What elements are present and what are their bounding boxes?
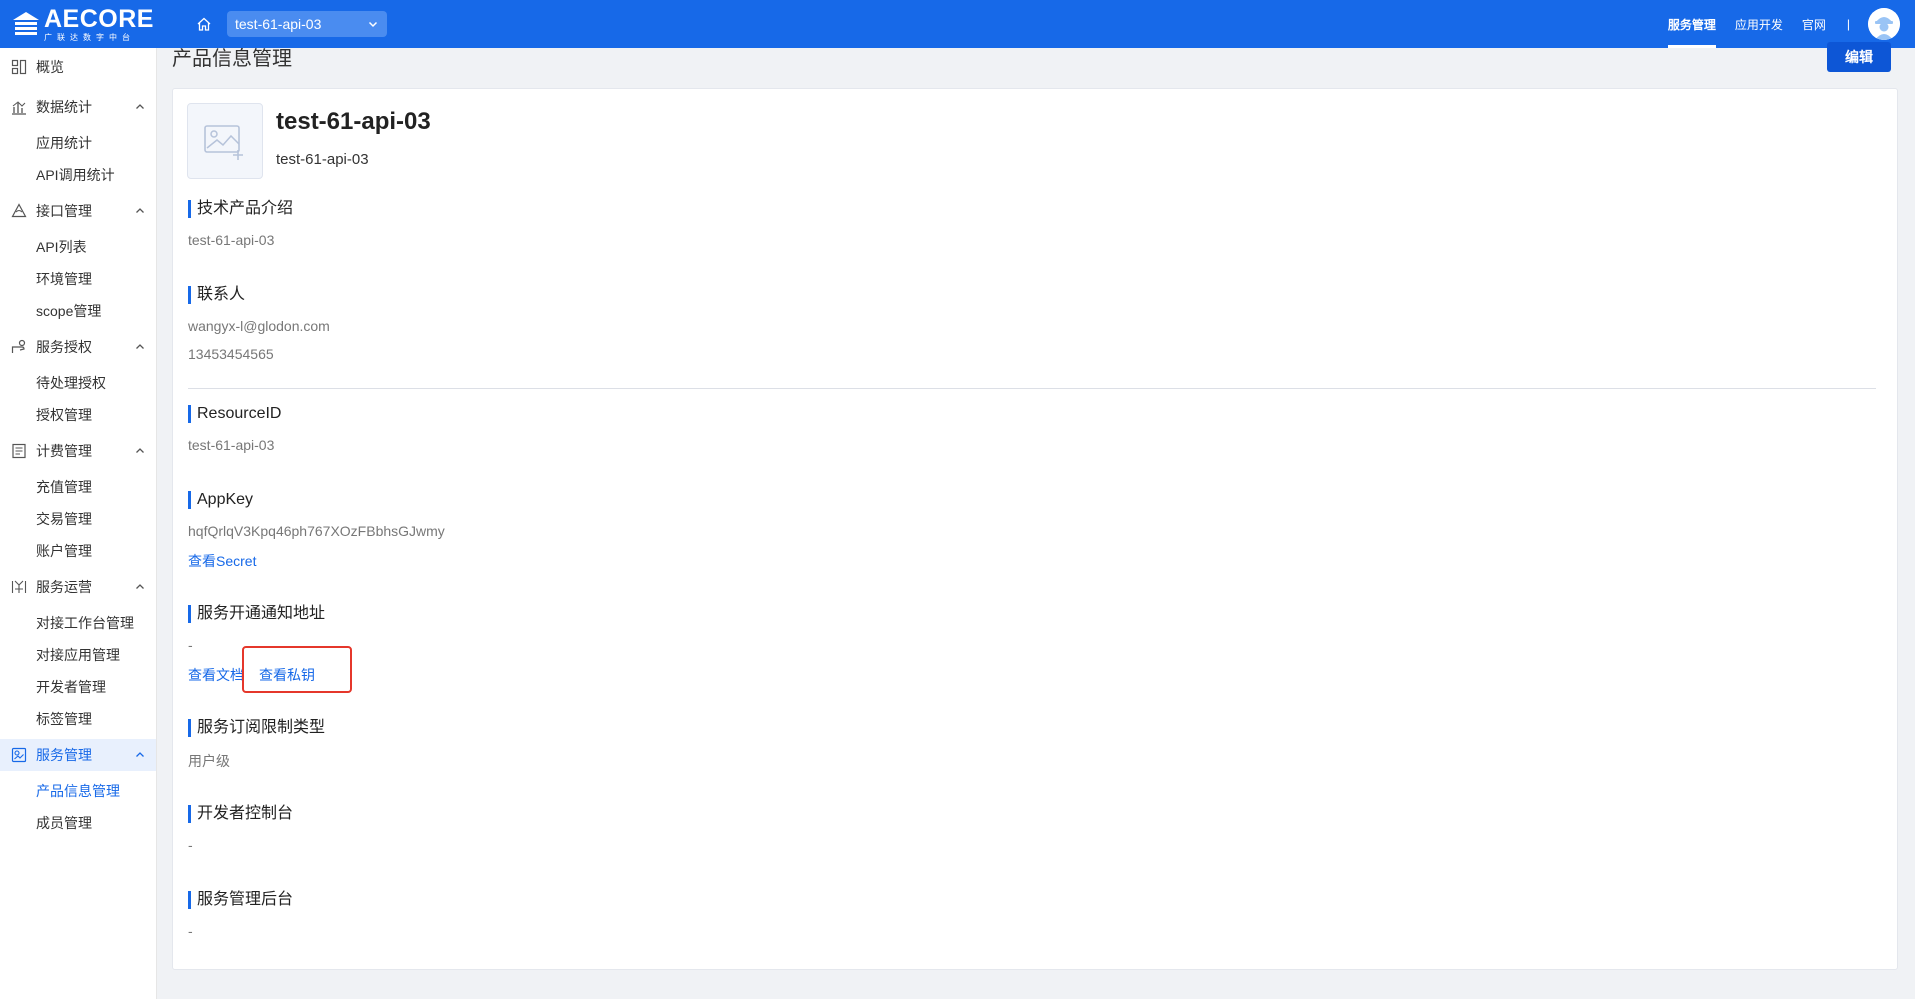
section-value-developer-console: - <box>188 837 193 853</box>
sidebar-group-data-stats[interactable]: 数据统计 <box>0 91 156 123</box>
sidebar-item-workbench-management[interactable]: 对接工作台管理 <box>36 611 134 635</box>
chart-bar-icon <box>10 98 28 116</box>
nav-official-site[interactable]: 官网 <box>1802 0 1826 48</box>
logo-icon <box>12 10 40 38</box>
section-title-developer-console: 开发者控制台 <box>188 804 293 824</box>
sidebar-group-label: 接口管理 <box>36 203 92 219</box>
sidebar-item-scope-management[interactable]: scope管理 <box>36 299 101 323</box>
section-value-appkey: hqfQrlqV3Kpq46ph767XOzFBbhsGJwmy <box>188 523 445 539</box>
view-secret-link[interactable]: 查看Secret <box>188 551 256 571</box>
product-name: test-61-api-03 <box>276 108 431 135</box>
contact-email: wangyx-l@glodon.com <box>188 318 330 334</box>
avatar[interactable] <box>1868 8 1900 40</box>
product-subtitle: test-61-api-03 <box>276 151 369 168</box>
nav-separator: | <box>1846 17 1850 31</box>
section-value-notify-url: - <box>188 637 193 653</box>
chevron-up-icon <box>136 448 144 453</box>
section-value-resource-id: test-61-api-03 <box>188 437 275 453</box>
contact-phone: 13453454565 <box>188 346 274 362</box>
sidebar-item-transaction-management[interactable]: 交易管理 <box>36 507 92 531</box>
sidebar-item-recharge-management[interactable]: 充值管理 <box>36 475 92 499</box>
sidebar-group-label: 数据统计 <box>36 99 92 115</box>
section-title-contact: 联系人 <box>188 285 245 305</box>
sidebar-item-tag-management[interactable]: 标签管理 <box>36 707 92 731</box>
operations-icon <box>10 578 28 596</box>
sidebar-group-label: 服务运营 <box>36 579 92 595</box>
section-title-subscription-type: 服务订阅限制类型 <box>188 718 325 738</box>
chevron-down-icon <box>368 21 378 28</box>
section-title-intro: 技术产品介绍 <box>188 199 293 219</box>
sidebar-group-interface[interactable]: 接口管理 <box>0 195 156 227</box>
interface-icon <box>10 202 28 220</box>
section-title-resource-id: ResourceID <box>188 404 281 424</box>
section-value-admin-console: - <box>188 923 193 939</box>
logo[interactable]: AECORE 广联达数字中台 <box>12 0 162 48</box>
authorization-icon <box>10 338 28 356</box>
page-scrollbar-track[interactable] <box>1906 48 1915 999</box>
sidebar-item-pending-authorization[interactable]: 待处理授权 <box>36 371 106 395</box>
sidebar-group-label: 服务管理 <box>36 747 92 763</box>
sidebar-item-env-management[interactable]: 环境管理 <box>36 267 92 291</box>
sidebar-group-operations[interactable]: 服务运营 <box>0 571 156 603</box>
section-value-intro: test-61-api-03 <box>188 232 275 248</box>
sidebar-item-app-integration-management[interactable]: 对接应用管理 <box>36 643 120 667</box>
sidebar-group-authorization[interactable]: 服务授权 <box>0 331 156 363</box>
logo-text: AECORE <box>44 4 154 33</box>
page-title: 产品信息管理 <box>172 48 292 70</box>
sidebar-group-label: 服务授权 <box>36 339 92 355</box>
sidebar-item-label: 概览 <box>36 59 64 75</box>
chevron-up-icon <box>136 752 144 757</box>
billing-icon <box>10 442 28 460</box>
sidebar-item-api-call-stats[interactable]: API调用统计 <box>36 163 115 187</box>
sidebar-group-billing[interactable]: 计费管理 <box>0 435 156 467</box>
chevron-up-icon <box>136 344 144 349</box>
sidebar-item-overview[interactable]: 概览 <box>0 51 156 83</box>
sidebar-item-product-info-management[interactable]: 产品信息管理 <box>36 779 120 803</box>
product-image-placeholder[interactable] <box>187 103 263 179</box>
sidebar-item-api-list[interactable]: API列表 <box>36 235 87 259</box>
image-placeholder-icon <box>204 125 243 160</box>
view-doc-link[interactable]: 查看文档 <box>188 665 244 685</box>
chevron-up-icon <box>136 104 144 109</box>
section-divider <box>188 388 1876 389</box>
project-select-value: test-61-api-03 <box>235 16 322 32</box>
chevron-up-icon <box>136 584 144 589</box>
sidebar-item-member-management[interactable]: 成员管理 <box>36 811 92 835</box>
top-bar: AECORE 广联达数字中台 test-61-api-03 服务管理 应用开发 … <box>0 0 1915 48</box>
edit-button[interactable]: 编辑 <box>1827 42 1891 72</box>
home-icon[interactable] <box>195 15 213 33</box>
service-icon <box>10 746 28 764</box>
sidebar: 概览 数据统计 应用统计 API调用统计 接口管理 API列表 环境管理 sco… <box>0 48 157 999</box>
section-title-appkey: AppKey <box>188 490 253 510</box>
sidebar-group-service-management[interactable]: 服务管理 <box>0 739 156 771</box>
project-select[interactable]: test-61-api-03 <box>227 11 387 37</box>
sidebar-item-authorization-management[interactable]: 授权管理 <box>36 403 92 427</box>
sidebar-item-account-management[interactable]: 账户管理 <box>36 539 92 563</box>
chevron-up-icon <box>136 208 144 213</box>
logo-subtext: 广联达数字中台 <box>44 32 135 42</box>
section-value-subscription-type: 用户级 <box>188 753 230 769</box>
top-nav: 服务管理 应用开发 官网 | <box>1667 0 1915 48</box>
section-title-admin-console: 服务管理后台 <box>188 890 293 910</box>
sidebar-item-developer-management[interactable]: 开发者管理 <box>36 675 106 699</box>
sidebar-group-label: 计费管理 <box>36 443 92 459</box>
nav-service-management[interactable]: 服务管理 <box>1667 0 1716 48</box>
sidebar-item-app-stats[interactable]: 应用统计 <box>36 131 92 155</box>
view-private-key-link[interactable]: 查看私钥 <box>259 665 315 685</box>
section-title-notify-url: 服务开通通知地址 <box>188 604 325 624</box>
overview-icon <box>10 58 28 76</box>
nav-app-development[interactable]: 应用开发 <box>1735 0 1783 48</box>
